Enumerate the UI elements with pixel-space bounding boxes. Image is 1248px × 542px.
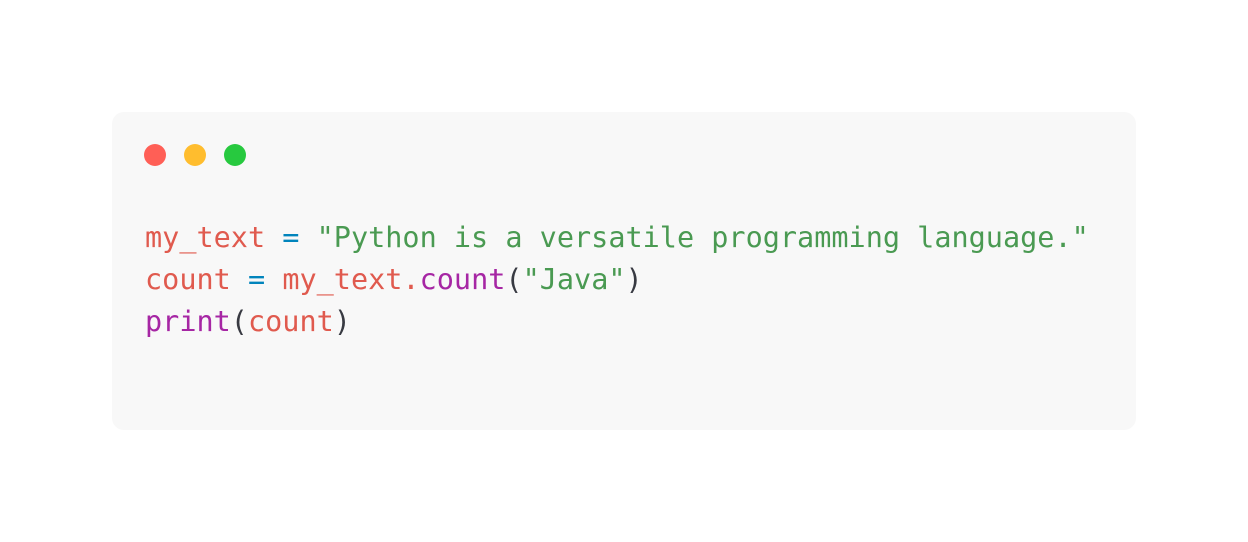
maximize-window-dot[interactable] [224,144,246,166]
code-token-punctuation: ) [625,263,643,296]
code-token-function: count [419,263,506,296]
code-token-variable: my_text. [282,263,420,296]
code-token-punctuation: ( [505,263,523,296]
close-window-dot[interactable] [144,144,166,166]
minimize-window-dot[interactable] [184,144,206,166]
code-token-string: "Java" [522,263,626,296]
code-token-variable: count [247,305,334,338]
code-line: count = my_text.count("Java") [145,259,1089,301]
code-token-punctuation: ) [333,305,351,338]
code-token-operator: = [282,221,300,254]
code-token-function: print [145,305,231,338]
window-controls [144,144,246,166]
code-token-variable: my_text [145,221,266,254]
code-token-variable: count [145,263,231,296]
code-line: print(count) [145,301,1089,343]
code-token-operator: = [247,263,266,296]
code-line: my_text = "Python is a versatile program… [145,217,1089,259]
code-token-punctuation: ( [230,305,248,338]
code-snippet-card: my_text = "Python is a versatile program… [112,112,1136,430]
code-content[interactable]: my_text = "Python is a versatile program… [145,217,1089,343]
code-token-string: "Python is a versatile programming langu… [316,221,1089,254]
